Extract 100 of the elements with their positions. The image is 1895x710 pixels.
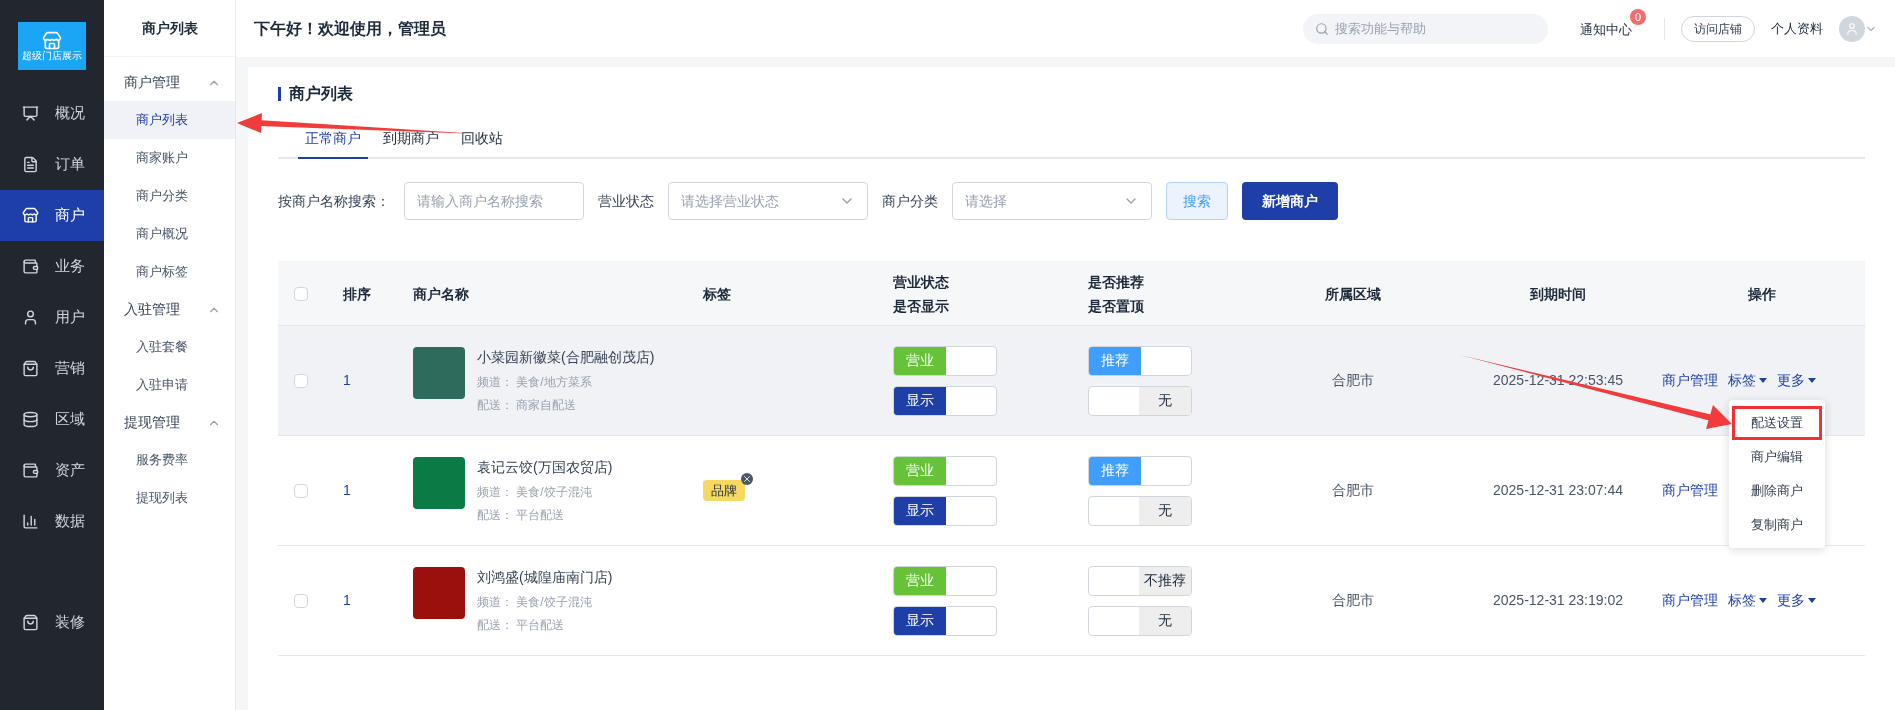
add-merchant-button[interactable]: 新增商户: [1242, 182, 1338, 220]
action-link[interactable]: 商户管理: [1662, 590, 1718, 611]
channel-text: 频道： 美食/饺子混沌: [477, 594, 593, 611]
nav-item[interactable]: 订单: [0, 139, 104, 190]
checkbox[interactable]: [293, 286, 308, 301]
document-icon: [22, 156, 39, 173]
menu-item[interactable]: 配送设置: [1732, 406, 1822, 440]
nav-item[interactable]: 营销: [0, 343, 104, 394]
nav-item[interactable]: 装修: [0, 597, 104, 648]
nav-item[interactable]: 用户: [0, 292, 104, 343]
checkbox[interactable]: [293, 483, 308, 498]
menu-group[interactable]: 入驻管理: [104, 291, 235, 328]
merchant-name: 刘鸿盛(城隍庙南门店): [477, 568, 613, 587]
checkbox[interactable]: [293, 593, 308, 608]
channel-text: 频道： 美食/饺子混沌: [477, 484, 593, 501]
menu-item[interactable]: 商户编辑: [1729, 440, 1825, 474]
user-icon: [22, 309, 39, 326]
submenu-item[interactable]: 商户分类: [104, 177, 235, 215]
submenu-item[interactable]: 商户标签: [104, 253, 235, 291]
expiry-cell-text: 2025-12-31 23:19:02: [1493, 591, 1623, 610]
filter-label: 按商户名称搜索：: [278, 191, 390, 211]
dropdown-link[interactable]: 标签: [1728, 590, 1767, 611]
toggle-switch[interactable]: 显示: [893, 605, 997, 636]
order-cell: 1: [343, 592, 351, 608]
store-icon: [22, 207, 39, 224]
delivery-text: 配送： 平台配送: [477, 507, 566, 524]
search-icon: [1315, 21, 1329, 36]
submenu-item[interactable]: 商家账户: [104, 139, 235, 177]
expiry-cell-text: 2025-12-31 23:07:44: [1493, 481, 1623, 500]
store-icon: [42, 31, 62, 51]
toggle-switch[interactable]: 无: [1088, 385, 1192, 416]
dropdown-link[interactable]: 更多: [1777, 590, 1816, 611]
dropdown-link[interactable]: 标签: [1728, 370, 1767, 391]
toggle-switch[interactable]: 显示: [893, 495, 997, 526]
filter-label: 营业状态: [598, 191, 654, 211]
filter-label: 商户分类: [882, 191, 938, 211]
toggle-switch[interactable]: 不推荐: [1088, 565, 1192, 596]
submenu-item[interactable]: 入驻申请: [104, 366, 235, 404]
delivery-text: 配送： 平台配送: [477, 617, 566, 634]
channel-text: 频道： 美食/地方菜系: [477, 374, 593, 391]
wallet-icon: [22, 258, 39, 275]
bag-icon: [22, 614, 39, 631]
caret-icon: [1808, 598, 1816, 603]
page-title: 商户列表: [289, 84, 353, 104]
column-header: 操作: [1747, 284, 1776, 304]
caret-icon: [1759, 378, 1767, 383]
submenu-item[interactable]: 商户概况: [104, 215, 235, 253]
notification-link[interactable]: 通知中心: [1580, 21, 1632, 37]
database-icon: [22, 411, 39, 428]
toggle-switch[interactable]: 显示: [893, 385, 997, 416]
nav-item[interactable]: 业务: [0, 241, 104, 292]
nav-item[interactable]: 数据: [0, 496, 104, 547]
menu-group[interactable]: 商户管理: [104, 64, 235, 101]
submenu-title: 商户列表: [141, 18, 198, 38]
presentation-icon: [22, 105, 39, 122]
column-header: 是否推荐 是否置顶: [1088, 272, 1145, 316]
greeting: 下午好！欢迎使用，管理员: [254, 18, 446, 39]
nav-item[interactable]: 商户: [0, 190, 104, 241]
toggle-switch[interactable]: 无: [1088, 495, 1192, 526]
caret-icon: [1808, 378, 1816, 383]
search-input[interactable]: 请输入商户名称搜索: [404, 182, 584, 220]
column-header: 标签: [703, 284, 732, 304]
submenu-item[interactable]: 入驻套餐: [104, 328, 235, 366]
menu-item[interactable]: 复制商户: [1729, 508, 1825, 542]
menu-group[interactable]: 提现管理: [104, 404, 235, 441]
tab[interactable]: 回收站: [454, 128, 510, 159]
nav-item[interactable]: 区域: [0, 394, 104, 445]
delivery-text: 配送： 商家自配送: [477, 397, 578, 414]
close-icon[interactable]: [741, 472, 753, 485]
region-cell-text: 合肥市: [1332, 371, 1374, 390]
column-header: 营业状态 是否显示: [893, 272, 950, 316]
logo-text: 超级门店展示: [22, 51, 82, 61]
bar-chart-icon: [22, 513, 39, 530]
tab[interactable]: 到期商户: [376, 128, 446, 159]
bag-icon: [22, 360, 39, 377]
nav-item[interactable]: 资产: [0, 445, 104, 496]
profile-link[interactable]: 个人资料: [1771, 18, 1823, 39]
column-header: 所属区域: [1325, 284, 1381, 304]
menu-item[interactable]: 删除商户: [1729, 474, 1825, 508]
title-accent: [278, 87, 281, 101]
submenu-item[interactable]: 服务费率: [104, 441, 235, 479]
caret-icon: [1759, 598, 1767, 603]
submenu-item[interactable]: 提现列表: [104, 479, 235, 517]
action-link[interactable]: 商户管理: [1662, 480, 1718, 501]
search-field[interactable]: 搜索功能与帮助: [1303, 13, 1548, 44]
dropdown-link[interactable]: 更多: [1777, 370, 1816, 391]
submenu-item[interactable]: 商户列表: [104, 101, 235, 139]
column-header: 商户名称: [413, 284, 470, 304]
order-cell: 1: [343, 372, 351, 388]
order-cell: 1: [343, 482, 351, 498]
merchant-name: 小菜园新徽菜(合肥融创茂店): [477, 348, 655, 367]
nav-item[interactable]: 概况: [0, 88, 104, 139]
wallet-icon: [22, 462, 39, 479]
user-icon: [1845, 21, 1859, 36]
column-header: 排序: [343, 284, 372, 304]
toggle-switch[interactable]: 无: [1088, 605, 1192, 636]
action-link[interactable]: 商户管理: [1662, 370, 1718, 391]
checkbox[interactable]: [293, 373, 308, 388]
avatar[interactable]: [1839, 15, 1865, 42]
region-cell-text: 合肥市: [1332, 481, 1374, 500]
